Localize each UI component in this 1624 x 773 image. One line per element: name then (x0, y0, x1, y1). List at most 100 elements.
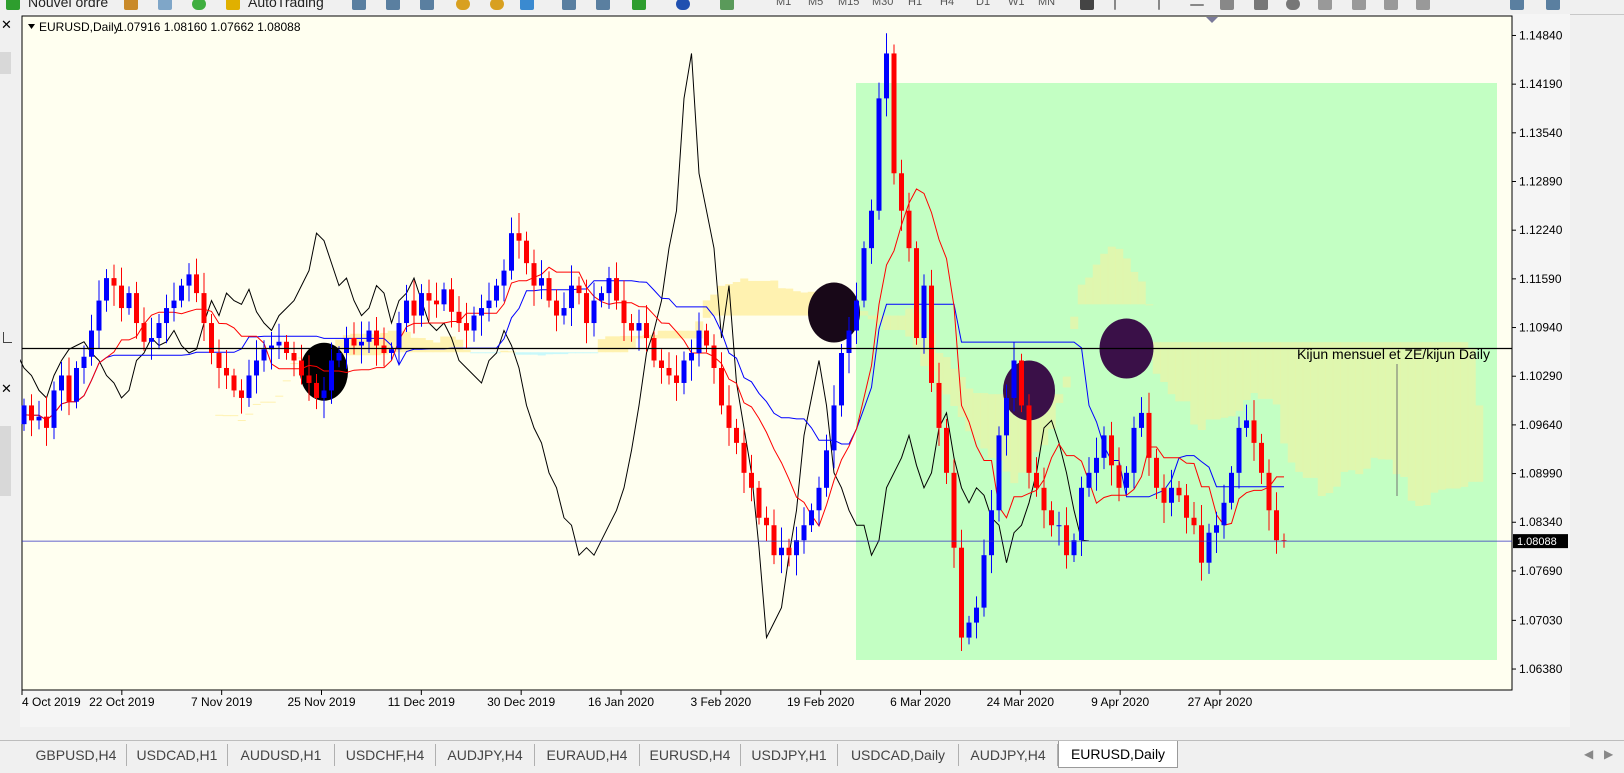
candle-body (36, 416, 42, 421)
candle-body (929, 285, 934, 383)
kumo-segment (1167, 342, 1176, 395)
candle-body (794, 540, 799, 556)
candle-body (831, 405, 837, 451)
kumo-segment (800, 292, 809, 316)
scroll-thumb[interactable] (0, 52, 11, 74)
templates-icon[interactable] (720, 0, 734, 10)
chart-candles-icon[interactable] (386, 0, 400, 10)
close-window-icon[interactable]: ✕ (1, 18, 12, 31)
crosshair-icon[interactable] (1114, 0, 1116, 10)
kumo-segment (965, 388, 974, 432)
candle-body (89, 330, 94, 357)
tab-usdcad-h1[interactable]: USDCAD,H1 (127, 744, 228, 766)
candle-body (636, 323, 642, 331)
candle-body (771, 525, 777, 556)
tf-mn[interactable]: MN (1038, 0, 1055, 8)
tab-usdchf-h4[interactable]: USDCHF,H4 (335, 744, 436, 766)
tf-m30[interactable]: M30 (872, 0, 893, 8)
new-order-button[interactable]: Nouvel ordre (28, 0, 108, 10)
tab-audusd-h1[interactable]: AUDUSD,H1 (228, 744, 335, 766)
zoom-out-icon[interactable] (490, 0, 504, 10)
y-tick-label: 1.07690 (1519, 564, 1563, 578)
tf-m1[interactable]: M1 (776, 0, 791, 8)
tabs-scroll-right-icon[interactable]: ▶ (1604, 747, 1613, 761)
candle-body (216, 353, 222, 368)
candle-body (314, 382, 319, 398)
fibo-fan-icon[interactable] (1352, 0, 1366, 10)
zoom-in-icon[interactable] (456, 0, 470, 10)
indicators-icon[interactable] (632, 0, 646, 10)
tabs-scroll-left-icon[interactable]: ◀ (1584, 747, 1593, 761)
tf-d1[interactable]: D1 (976, 0, 990, 8)
tab-gbpusd-h4[interactable]: GBPUSD,H4 (26, 744, 127, 766)
autotrading-button[interactable]: AutoTrading (248, 0, 324, 10)
candle-body (1184, 495, 1189, 518)
kumo-segment (770, 280, 779, 316)
tf-m5[interactable]: M5 (808, 0, 823, 8)
candle-body (674, 375, 679, 383)
text-icon[interactable] (1384, 0, 1398, 10)
candle-body (306, 375, 312, 383)
x-tick-label: 19 Feb 2020 (787, 695, 855, 709)
tf-w1[interactable]: W1 (1008, 0, 1025, 8)
kumo-segment (657, 330, 666, 339)
candle-body (1244, 420, 1249, 428)
tab-usdjpy-h1[interactable]: USDJPY,H1 (741, 744, 838, 766)
horizontal-line-icon[interactable] (1190, 4, 1204, 6)
candle-body (846, 330, 852, 353)
candle-body (254, 360, 259, 376)
globe-icon[interactable] (192, 0, 206, 10)
tab-euraud-h4[interactable]: EURAUD,H4 (535, 744, 640, 766)
chart-ohlc: 1.07916 1.08160 1.07662 1.08088 (117, 20, 301, 34)
tf-h4[interactable]: H4 (940, 0, 954, 8)
price-chart[interactable]: Kijun mensuel et ZE/kijun Daily 1.14840 1… (20, 14, 1570, 727)
candle-body (389, 349, 394, 353)
tab-eurusd-h4[interactable]: EURUSD,H4 (640, 744, 741, 766)
candle-body (1079, 487, 1084, 541)
candle-body (1026, 405, 1032, 473)
chart-bars-icon[interactable] (352, 0, 366, 10)
tab-audjpy-h4-2[interactable]: AUDJPY,H4 (959, 744, 1058, 766)
auto-scroll-icon[interactable] (562, 0, 576, 10)
tf-m15[interactable]: M15 (838, 0, 859, 8)
kumo-segment (260, 401, 269, 403)
x-tick-label: 25 Nov 2019 (287, 695, 355, 709)
kumo-segment (252, 403, 261, 405)
history-icon[interactable] (158, 0, 172, 10)
candle-body (921, 285, 927, 339)
tab-usdcad-daily[interactable]: USDCAD,Daily (838, 744, 959, 766)
candle-body (51, 390, 57, 428)
kumo-segment (1332, 342, 1341, 487)
vertical-line-icon[interactable] (1158, 0, 1160, 10)
kumo-segment (792, 291, 801, 316)
candle-body (966, 622, 972, 638)
new-order-icon[interactable] (6, 0, 20, 10)
trendline-icon[interactable] (1220, 0, 1234, 10)
autotrading-icon[interactable] (226, 0, 240, 10)
arrows-icon[interactable] (1416, 0, 1430, 10)
kumo-segment (1437, 342, 1446, 490)
tab-audjpy-h4[interactable]: AUDJPY,H4 (436, 744, 535, 766)
period-icon[interactable] (676, 0, 690, 10)
cursor-icon[interactable] (1080, 0, 1094, 10)
ellipse-icon[interactable] (1286, 0, 1300, 10)
candle-body (891, 53, 897, 174)
close-panel-icon[interactable]: ✕ (1, 382, 12, 395)
chart-shift-icon[interactable] (596, 0, 610, 10)
y-tick-label: 1.12890 (1519, 175, 1563, 189)
tile-windows-icon[interactable] (520, 0, 534, 10)
rectangle-icon[interactable] (1254, 0, 1268, 10)
panel-scroll-thumb[interactable] (0, 426, 11, 496)
candle-body (516, 233, 522, 241)
y-tick-label: 1.13540 (1519, 126, 1563, 140)
candle-body (164, 308, 169, 324)
candle-body (1169, 487, 1174, 503)
kumo-segment (987, 394, 996, 459)
fibo-icon[interactable] (1318, 0, 1332, 10)
tf-h1[interactable]: H1 (908, 0, 922, 8)
market-watch-icon[interactable] (124, 0, 138, 10)
candle-body (756, 487, 762, 518)
chart-line-icon[interactable] (420, 0, 434, 10)
search-icon[interactable] (1546, 0, 1560, 10)
tab-eurusd-daily[interactable]: EURUSD,Daily (1058, 741, 1178, 768)
